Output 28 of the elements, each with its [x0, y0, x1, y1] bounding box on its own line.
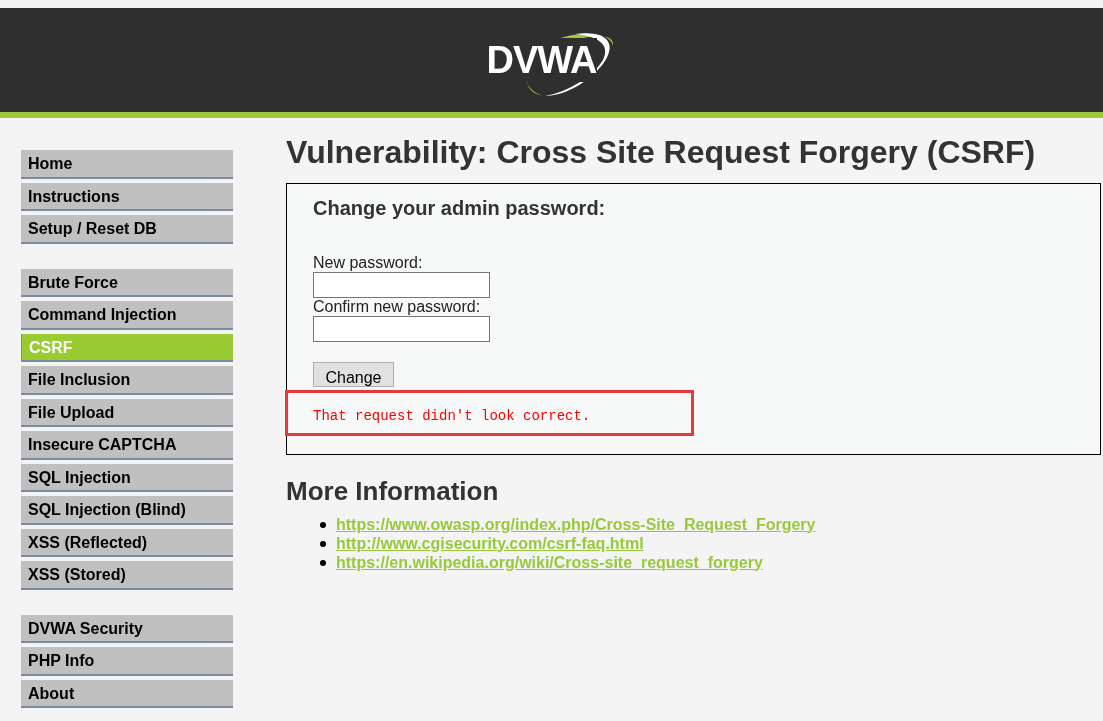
form-title: Change your admin password: [313, 196, 607, 220]
menu-item[interactable]: Home [21, 150, 233, 179]
page-title: Vulnerability: Cross Site Request Forgery (CSRF) [286, 133, 1037, 172]
menu-item[interactable]: About [21, 679, 233, 708]
field-label: New password: [313, 254, 424, 272]
menu-item[interactable]: XSS (Reflected) [21, 528, 233, 557]
menu-item[interactable]: PHP Info [21, 647, 233, 676]
password-field[interactable] [313, 316, 490, 342]
bullet-icon [320, 521, 326, 528]
menu-item[interactable]: Insecure CAPTCHA [21, 431, 233, 460]
bullet-icon [320, 540, 326, 547]
section-title: More Information [286, 475, 500, 507]
menu-item[interactable]: Command Injection [21, 301, 233, 330]
menu-item[interactable]: SQL Injection [21, 463, 233, 492]
menu-item[interactable]: Brute Force [21, 268, 233, 297]
field-label: Confirm new password: [313, 298, 482, 316]
menu-item[interactable]: XSS (Stored) [21, 561, 233, 590]
menu-item[interactable]: Instructions [21, 182, 233, 211]
menu-item[interactable]: File Upload [21, 398, 233, 427]
menu-item[interactable]: DVWA Security [21, 614, 233, 643]
menu-item[interactable]: Setup / Reset DB [21, 215, 233, 244]
error-message: That request didn't look correct. [313, 407, 592, 425]
menu-item[interactable]: SQL Injection (Blind) [21, 496, 233, 525]
change-button[interactable]: Change [313, 362, 394, 387]
menu-item[interactable]: File Inclusion [21, 366, 233, 395]
password-field[interactable] [313, 272, 490, 298]
bullet-icon [320, 559, 326, 566]
logo-text: DVWA [486, 38, 597, 82]
